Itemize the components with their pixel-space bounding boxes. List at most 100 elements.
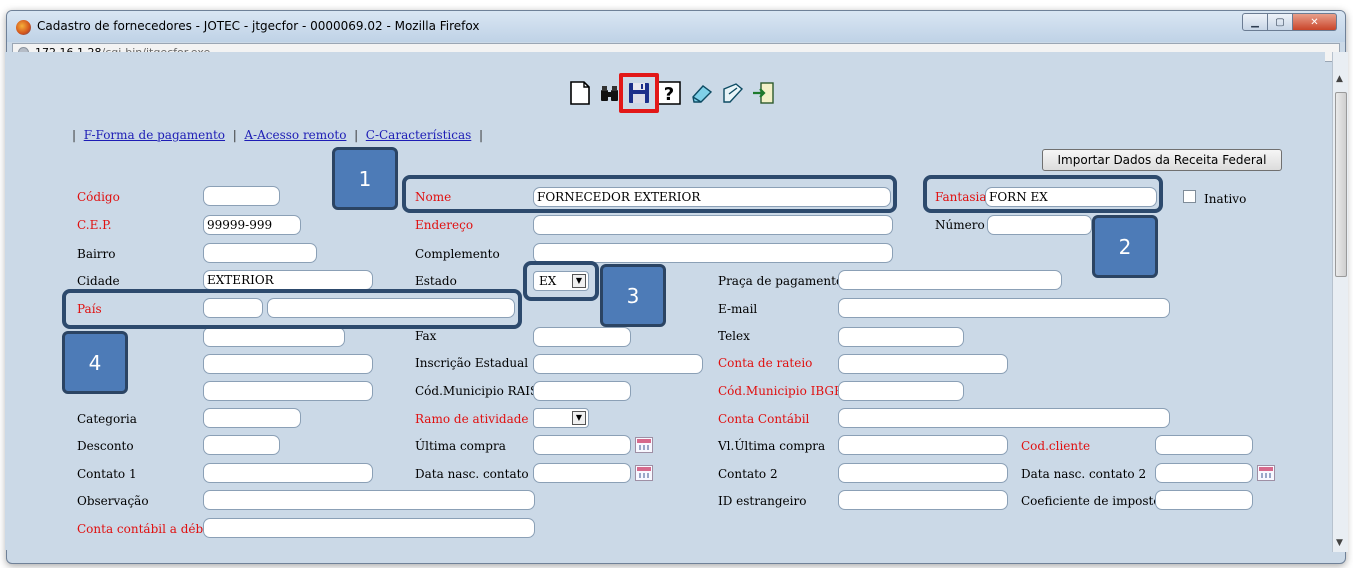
close-button[interactable]: ✕ bbox=[1293, 13, 1337, 31]
ultima-compra-input[interactable] bbox=[533, 435, 631, 455]
help-icon[interactable]: ? bbox=[656, 80, 682, 106]
data-nasc-contato1-input[interactable] bbox=[533, 463, 631, 483]
calendar-icon[interactable] bbox=[1257, 465, 1275, 481]
fax-input[interactable] bbox=[533, 327, 631, 347]
label-contato1: Contato 1 bbox=[77, 467, 137, 481]
vertical-scrollbar[interactable]: ▲ ▼ bbox=[1332, 52, 1348, 552]
observacao-input[interactable] bbox=[203, 490, 535, 510]
cod-municipio-ibge-input[interactable] bbox=[838, 381, 964, 401]
praca-pagamento-input[interactable] bbox=[838, 270, 1062, 290]
contato2-input[interactable] bbox=[838, 463, 1008, 483]
conta-rateio-input[interactable] bbox=[838, 354, 1008, 374]
label-inativo: Inativo bbox=[1204, 192, 1247, 206]
label-cod-municipio-rais: Cód.Municipio RAIS bbox=[415, 384, 539, 398]
coef-impostos-input[interactable] bbox=[1155, 490, 1253, 510]
link-forma-pagamento[interactable]: F-Forma de pagamento bbox=[84, 128, 225, 142]
codigo-input[interactable] bbox=[203, 186, 280, 206]
label-vl-ultima-compra: Vl.Última compra bbox=[718, 439, 826, 453]
endereco-input[interactable] bbox=[533, 215, 893, 235]
scroll-up-arrow[interactable]: ▲ bbox=[1336, 74, 1343, 84]
label-praca-pagamento: Praça de pagamento bbox=[718, 274, 844, 288]
scroll-down-arrow[interactable]: ▼ bbox=[1336, 538, 1343, 548]
label-ramo-atividade: Ramo de atividade bbox=[415, 412, 529, 426]
firefox-icon bbox=[16, 20, 31, 35]
exit-door-icon[interactable] bbox=[750, 80, 776, 106]
callout-badge: 3 bbox=[600, 264, 666, 327]
save-highlight bbox=[619, 73, 659, 113]
label-coef-impostos: Coeficiente de impostos bbox=[1021, 494, 1167, 508]
cep-input[interactable] bbox=[203, 215, 301, 235]
label-data-nasc-contato1: Data nasc. contato 1 bbox=[415, 467, 541, 481]
window-controls: ▁ ▢ ✕ bbox=[1242, 13, 1337, 31]
contato1-input[interactable] bbox=[203, 463, 373, 483]
unlabeled-input-3[interactable] bbox=[203, 381, 373, 401]
tab-menu: | F-Forma de pagamento | A-Acesso remoto… bbox=[72, 128, 483, 142]
window-title: Cadastro de fornecedores - JOTEC - jtgec… bbox=[37, 19, 480, 33]
label-numero: Número bbox=[935, 218, 985, 232]
inativo-checkbox[interactable] bbox=[1183, 190, 1196, 203]
pencil-note-icon[interactable] bbox=[720, 80, 746, 106]
id-estrangeiro-input[interactable] bbox=[838, 490, 1008, 510]
highlight-fantasia bbox=[923, 175, 1163, 213]
label-conta-rateio: Conta de rateio bbox=[718, 356, 813, 370]
label-id-estrangeiro: ID estrangeiro bbox=[718, 494, 807, 508]
complemento-input[interactable] bbox=[533, 243, 893, 263]
ramo-atividade-select[interactable]: ▼ bbox=[533, 408, 589, 428]
eraser-icon[interactable] bbox=[688, 80, 714, 106]
highlight-nome bbox=[402, 175, 897, 213]
callout-badge: 4 bbox=[62, 331, 128, 394]
label-conta-contabil-debito: Conta contábil a débito bbox=[77, 522, 220, 536]
email-input[interactable] bbox=[838, 298, 1170, 318]
new-document-icon[interactable] bbox=[567, 80, 593, 106]
label-fax: Fax bbox=[415, 329, 437, 343]
vl-ultima-compra-input[interactable] bbox=[838, 435, 1008, 455]
conta-contabil-debito-input[interactable] bbox=[203, 518, 535, 538]
label-codigo: Código bbox=[77, 190, 120, 204]
cod-cliente-input[interactable] bbox=[1155, 435, 1253, 455]
label-cep: C.E.P. bbox=[77, 218, 112, 232]
minimize-button[interactable]: ▁ bbox=[1242, 13, 1268, 31]
data-nasc-contato2-input[interactable] bbox=[1155, 463, 1253, 483]
label-estado: Estado bbox=[415, 274, 457, 288]
callout-badge: 2 bbox=[1092, 215, 1158, 278]
label-endereco: Endereço bbox=[415, 218, 474, 232]
maximize-button[interactable]: ▢ bbox=[1268, 13, 1293, 31]
label-cod-municipio-ibge: Cód.Municipio IBGE bbox=[718, 384, 843, 398]
import-receita-federal-button[interactable]: Importar Dados da Receita Federal bbox=[1042, 149, 1282, 171]
label-telex: Telex bbox=[718, 329, 750, 343]
label-cidade: Cidade bbox=[77, 274, 120, 288]
numero-input[interactable] bbox=[987, 215, 1092, 235]
chevron-down-icon[interactable]: ▼ bbox=[572, 411, 586, 425]
link-acesso-remoto[interactable]: A-Acesso remoto bbox=[244, 128, 346, 142]
callout-badge: 1 bbox=[332, 147, 398, 210]
menu-separator: | bbox=[478, 128, 483, 142]
desconto-input[interactable] bbox=[203, 435, 280, 455]
conta-contabil-input[interactable] bbox=[838, 408, 1170, 428]
menu-separator: | bbox=[72, 128, 77, 142]
scrollbar-thumb[interactable] bbox=[1335, 92, 1347, 277]
help-glyph: ? bbox=[664, 84, 674, 105]
inscricao-estadual-input[interactable] bbox=[533, 354, 703, 374]
label-ultima-compra: Última compra bbox=[415, 439, 506, 453]
menu-separator: | bbox=[354, 128, 359, 142]
label-bairro: Bairro bbox=[77, 247, 116, 261]
cidade-input[interactable] bbox=[203, 270, 373, 290]
telex-input[interactable] bbox=[838, 327, 964, 347]
calendar-icon[interactable] bbox=[635, 465, 653, 481]
bairro-input[interactable] bbox=[203, 243, 317, 263]
label-conta-contabil: Conta Contábil bbox=[718, 412, 810, 426]
label-desconto: Desconto bbox=[77, 439, 134, 453]
categoria-input[interactable] bbox=[203, 408, 301, 428]
label-complemento: Complemento bbox=[415, 247, 500, 261]
calendar-icon[interactable] bbox=[635, 437, 653, 453]
label-observacao: Observação bbox=[77, 494, 149, 508]
unlabeled-input-1[interactable] bbox=[203, 327, 345, 347]
link-caracteristicas[interactable]: C-Características bbox=[366, 128, 472, 142]
label-cod-cliente: Cod.cliente bbox=[1021, 439, 1091, 453]
label-categoria: Categoria bbox=[77, 412, 137, 426]
cod-municipio-rais-input[interactable] bbox=[533, 381, 631, 401]
menu-separator: | bbox=[232, 128, 237, 142]
unlabeled-input-2[interactable] bbox=[203, 354, 373, 374]
label-inscricao-estadual: Inscrição Estadual bbox=[415, 356, 529, 370]
highlight-estado bbox=[523, 261, 599, 301]
